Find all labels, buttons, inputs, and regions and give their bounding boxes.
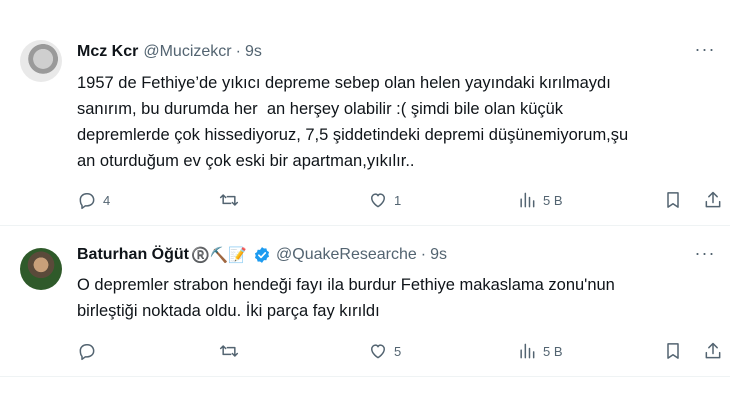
reply-count: 4 [103,192,111,208]
bookmark-button[interactable] [663,190,683,210]
like-count: 1 [394,192,402,208]
views-button[interactable]: 5 B [517,341,563,361]
reply-button[interactable] [77,341,103,361]
avatar[interactable] [20,248,62,290]
verified-badge-icon [253,246,271,264]
tweet-header: Baturhan Öğüt ®️⛏️📝 @QuakeResearche · 9s [77,246,447,264]
views-button[interactable]: 5 B [517,190,563,210]
author-name[interactable]: Mcz Kcr [77,43,138,61]
share-icon [705,342,721,359]
timestamp[interactable]: 9s [245,43,262,61]
tweet[interactable]: Mcz Kcr @Mucizekcr · 9s ··· 1957 de Feth… [0,0,730,226]
author-name[interactable]: Baturhan Öğüt [77,246,189,264]
tweet-header: Mcz Kcr @Mucizekcr · 9s [77,43,262,61]
like-button[interactable]: 5 [368,341,401,361]
separator: · [235,43,241,60]
share-button[interactable] [703,190,723,210]
retweet-button[interactable] [219,341,245,361]
retweet-icon [219,194,239,206]
timestamp[interactable]: 9s [430,246,447,264]
reply-icon [79,193,95,210]
views-icon [520,192,535,208]
separator: · [420,246,427,263]
like-icon [371,193,385,208]
tweet-text: O depremler strabon hendeği fayı ila bur… [77,276,615,320]
more-icon[interactable]: ··· [694,244,716,268]
bookmark-icon [667,192,679,208]
view-count: 5 B [543,192,563,208]
share-button[interactable] [703,341,723,361]
reply-icon [79,344,95,361]
tweet-actions: 4 1 5 B [77,190,727,212]
author-handle[interactable]: @Mucizekcr [143,43,231,61]
like-count: 5 [394,343,402,359]
author-handle[interactable]: @QuakeResearche [276,246,417,264]
like-icon [371,344,385,359]
bookmark-icon [667,343,679,359]
like-button[interactable]: 1 [368,190,401,210]
view-count: 5 B [543,343,563,359]
tweet-actions: 5 5 B [77,341,727,363]
more-icon[interactable]: ··· [694,40,716,64]
share-icon [705,191,721,208]
views-icon [520,343,535,359]
name-emoji: ®️⛏️📝 [191,247,248,264]
retweet-button[interactable] [219,190,245,210]
reply-button[interactable]: 4 [77,190,110,210]
avatar[interactable] [20,40,62,82]
bookmark-button[interactable] [663,341,683,361]
tweet[interactable]: Baturhan Öğüt ®️⛏️📝 @QuakeResearche · 9s… [0,226,730,377]
tweet-text: 1957 de Fethiye’de yıkıcı depreme sebep … [77,74,629,170]
retweet-icon [219,345,239,357]
